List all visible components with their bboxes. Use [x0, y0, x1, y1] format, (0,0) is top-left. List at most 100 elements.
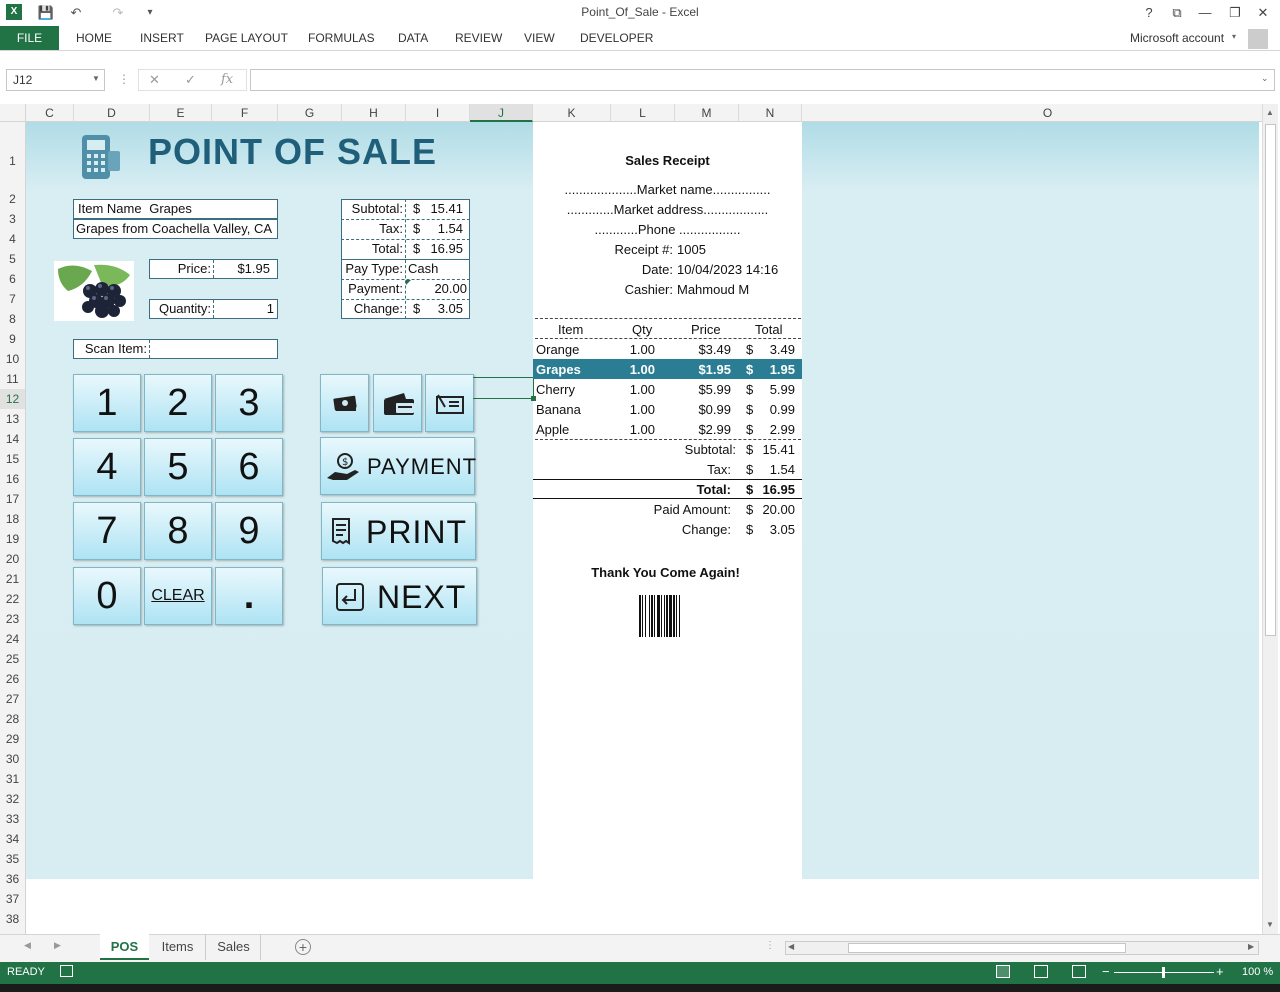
tab-page-layout[interactable]: PAGE LAYOUT — [205, 26, 288, 50]
row-header[interactable]: 16 — [0, 469, 25, 489]
tab-file[interactable]: FILE — [0, 26, 59, 50]
price-field[interactable]: Price: $1.95 — [149, 259, 278, 279]
prev-sheet-icon[interactable]: ◀ — [24, 940, 31, 951]
row-header[interactable]: 31 — [0, 769, 25, 789]
account-menu[interactable]: Microsoft account — [1130, 26, 1224, 50]
cheque-button[interactable] — [425, 374, 474, 432]
col-header-m[interactable]: M — [675, 104, 739, 122]
chevron-down-icon[interactable]: ▼ — [92, 74, 100, 83]
col-header-o[interactable]: O — [802, 104, 1280, 122]
row-header[interactable]: 22 — [0, 589, 25, 609]
customize-qat-icon[interactable]: ▾ — [140, 3, 160, 23]
row-header[interactable]: 14 — [0, 429, 25, 449]
scan-item-field[interactable]: Scan Item: — [73, 339, 278, 359]
avatar[interactable] — [1248, 29, 1268, 49]
item-description-field[interactable]: Grapes from Coachella Valley, CA — [73, 219, 278, 239]
row-header[interactable]: 35 — [0, 849, 25, 869]
key-8[interactable]: 8 — [144, 502, 212, 560]
zoom-out-icon[interactable]: − — [1102, 964, 1110, 979]
next-sheet-icon[interactable]: ▶ — [54, 940, 61, 951]
help-icon[interactable]: ? — [1136, 3, 1162, 23]
row-header[interactable]: 8 — [0, 309, 25, 329]
scroll-up-icon[interactable]: ▲ — [1263, 108, 1277, 117]
row-header[interactable]: 2 — [0, 189, 25, 209]
col-header-d[interactable]: D — [74, 104, 150, 122]
payment-value[interactable]: 20.00 — [410, 280, 467, 300]
row-header[interactable]: 34 — [0, 829, 25, 849]
enter-icon[interactable]: ✓ — [185, 72, 196, 88]
col-header-i[interactable]: I — [406, 104, 470, 122]
col-header-h[interactable]: H — [342, 104, 406, 122]
row-header[interactable]: 28 — [0, 709, 25, 729]
row-header[interactable]: 4 — [0, 229, 25, 249]
tab-formulas[interactable]: FORMULAS — [308, 26, 375, 50]
col-header-e[interactable]: E — [150, 104, 212, 122]
key-9[interactable]: 9 — [215, 502, 283, 560]
row-header[interactable]: 26 — [0, 669, 25, 689]
row-header[interactable]: 17 — [0, 489, 25, 509]
quantity-field[interactable]: Quantity: 1 — [149, 299, 278, 319]
col-header-k[interactable]: K — [533, 104, 611, 122]
key-6[interactable]: 6 — [215, 438, 283, 496]
row-header[interactable]: 23 — [0, 609, 25, 629]
restore-icon[interactable]: ❐ — [1222, 3, 1248, 23]
normal-view-icon[interactable] — [996, 965, 1010, 978]
scroll-left-icon[interactable]: ◀ — [788, 942, 794, 951]
add-sheet-icon[interactable]: + — [295, 939, 311, 955]
row-header[interactable]: 10 — [0, 349, 25, 369]
key-3[interactable]: 3 — [215, 374, 283, 432]
col-header-j[interactable]: J — [470, 104, 533, 122]
col-header-n[interactable]: N — [739, 104, 802, 122]
card-button[interactable] — [373, 374, 422, 432]
expand-formula-bar-icon[interactable]: ⌄ — [1261, 73, 1269, 84]
save-icon[interactable]: 💾 — [36, 3, 56, 23]
sheet-tab-items[interactable]: Items — [150, 934, 206, 960]
col-header-g[interactable]: G — [278, 104, 342, 122]
close-icon[interactable]: ✕ — [1250, 3, 1276, 23]
row-header[interactable]: 18 — [0, 509, 25, 529]
zoom-level[interactable]: 100 % — [1242, 966, 1273, 978]
key-2[interactable]: 2 — [144, 374, 212, 432]
row-header[interactable]: 3 — [0, 209, 25, 229]
row-header[interactable]: 13 — [0, 409, 25, 429]
undo-icon[interactable]: ↶ — [66, 3, 86, 23]
macro-record-icon[interactable] — [60, 965, 73, 977]
row-header[interactable]: 27 — [0, 689, 25, 709]
name-box[interactable]: J12 — [6, 69, 105, 91]
tab-split-grip-icon[interactable]: ⋮ — [765, 940, 775, 951]
sheet-tab-sales[interactable]: Sales — [207, 934, 261, 960]
row-header[interactable]: 20 — [0, 549, 25, 569]
col-header-l[interactable]: L — [611, 104, 675, 122]
cash-button[interactable] — [320, 374, 369, 432]
row-header[interactable]: 11 — [0, 369, 25, 389]
row-header[interactable]: 19 — [0, 529, 25, 549]
col-header-c[interactable]: C — [26, 104, 74, 122]
sheet-tab-pos[interactable]: POS — [100, 934, 149, 960]
tab-home[interactable]: HOME — [76, 26, 112, 50]
row-header[interactable]: 33 — [0, 809, 25, 829]
tab-review[interactable]: REVIEW — [455, 26, 502, 50]
pay-type-value[interactable]: Cash — [408, 260, 438, 280]
payment-button[interactable]: $ PAYMENT — [320, 437, 476, 495]
tab-data[interactable]: DATA — [398, 26, 428, 50]
tab-developer[interactable]: DEVELOPER — [580, 26, 653, 50]
next-button[interactable]: NEXT — [322, 567, 477, 625]
scroll-right-icon[interactable]: ▶ — [1248, 942, 1254, 951]
row-header[interactable]: 7 — [0, 289, 25, 309]
scrollbar-thumb[interactable] — [848, 943, 1126, 953]
vertical-scrollbar[interactable]: ▲ ▼ — [1262, 104, 1278, 934]
print-button[interactable]: PRINT — [321, 502, 476, 560]
row-header[interactable]: 32 — [0, 789, 25, 809]
key-5[interactable]: 5 — [144, 438, 212, 496]
minimize-icon[interactable]: — — [1192, 3, 1218, 23]
row-header[interactable]: 36 — [0, 869, 25, 889]
select-all-corner[interactable] — [0, 104, 26, 122]
row-header[interactable]: 5 — [0, 249, 25, 269]
zoom-in-icon[interactable]: + — [1216, 964, 1224, 979]
page-layout-view-icon[interactable] — [1034, 965, 1048, 978]
col-header-f[interactable]: F — [212, 104, 278, 122]
tab-insert[interactable]: INSERT — [140, 26, 184, 50]
tab-view[interactable]: VIEW — [524, 26, 555, 50]
row-header[interactable]: 29 — [0, 729, 25, 749]
row-header[interactable]: 9 — [0, 329, 25, 349]
